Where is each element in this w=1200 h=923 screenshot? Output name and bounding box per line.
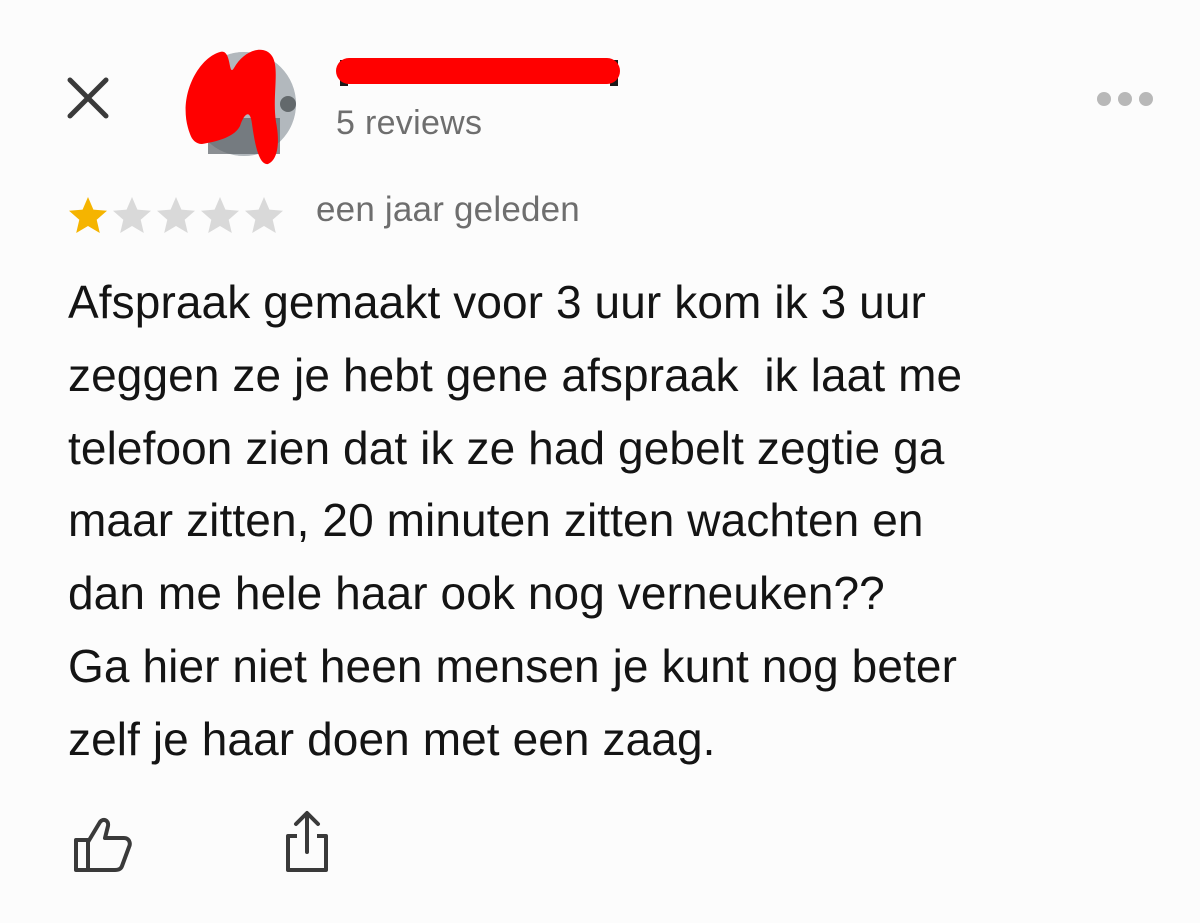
review-count: 5 reviews: [336, 104, 483, 142]
like-button[interactable]: [72, 814, 134, 876]
star-empty-icon: [113, 197, 151, 233]
share-button[interactable]: [280, 810, 334, 874]
name-redaction: [336, 58, 620, 86]
review-text: Afspraak gemaakt voor 3 uur kom ik 3 uur…: [68, 276, 963, 765]
star-empty-icon: [245, 197, 283, 233]
star-rating: [66, 194, 286, 236]
thumbs-up-icon: [74, 817, 132, 872]
more-horizontal-icon: [1097, 92, 1153, 106]
close-button[interactable]: [62, 72, 114, 124]
star-empty-icon: [157, 197, 195, 233]
review-detail-page: 5 reviews een jaar geleden Afspraak gema…: [0, 0, 1200, 923]
more-options-button[interactable]: [1094, 84, 1156, 114]
star-filled-icon: [69, 197, 107, 233]
avatar-image: [185, 49, 296, 165]
share-icon: [286, 811, 328, 872]
star-empty-icon: [201, 197, 239, 233]
avatar[interactable]: [168, 38, 308, 170]
review-date: een jaar geleden: [316, 190, 580, 229]
reviewer-name[interactable]: [334, 52, 624, 90]
close-icon: [67, 77, 109, 119]
